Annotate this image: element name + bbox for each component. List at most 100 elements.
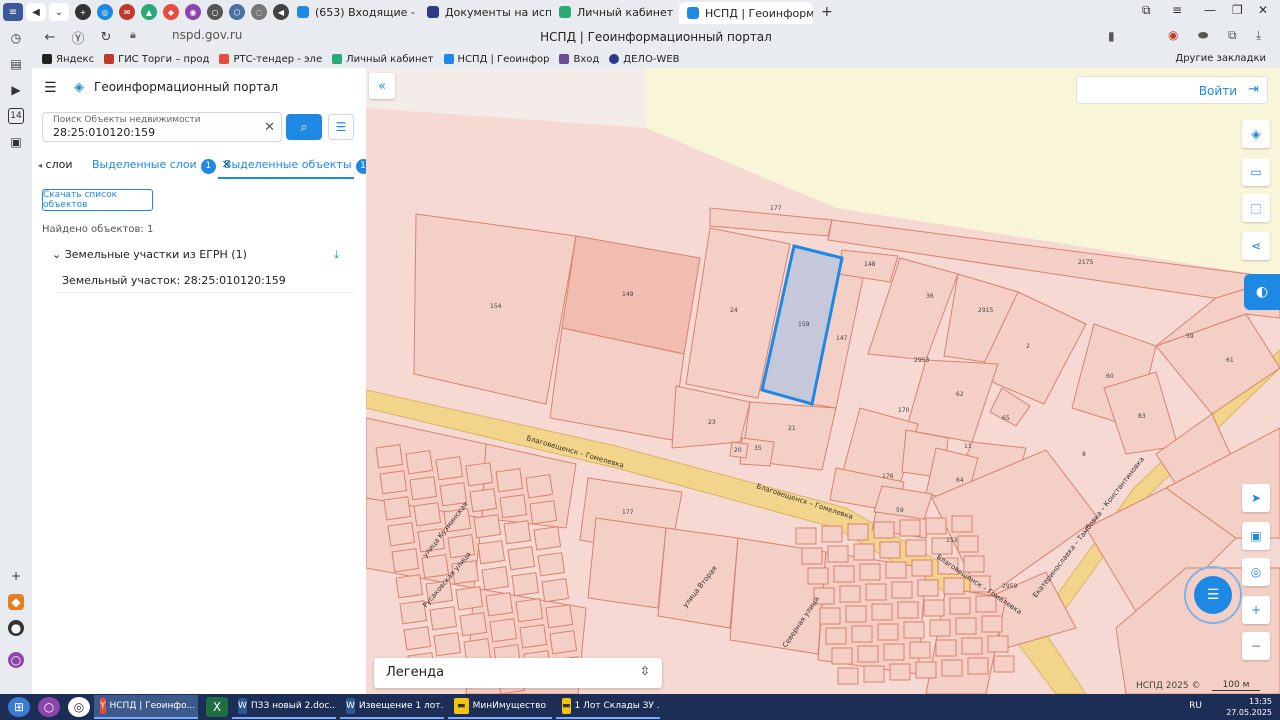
parcel xyxy=(885,561,907,579)
map-svg[interactable]: 154 149 24 159 147 148 177 36 2915 2 2175 59 61 2953 6… xyxy=(366,68,1280,694)
taskbar-item[interactable]: ▬ 1 Лот Склады ЗУ ... xyxy=(556,695,660,719)
geolocation-button[interactable]: ◎ xyxy=(1242,558,1270,586)
print-icon: ▣ xyxy=(1250,529,1262,543)
taskbar-item[interactable]: Y НСПД | Геоинфо... xyxy=(94,695,198,719)
back-icon[interactable]: ← xyxy=(40,30,60,45)
result-item[interactable]: Земельный участок: 28:25:010120:159 xyxy=(62,274,286,287)
filter-button[interactable]: ☰ xyxy=(328,114,354,140)
location-button[interactable]: ➤ xyxy=(1242,484,1270,512)
pinned-tab-icon[interactable]: ◉ xyxy=(185,4,201,20)
bookmark-item[interactable]: ДЕЛО-WEB xyxy=(609,54,680,65)
search-input[interactable]: Поиск Объекты недвижимости 28:25:010120:… xyxy=(42,112,282,142)
notes-icon[interactable]: ▤ xyxy=(8,56,24,72)
taskbar-item[interactable]: ▬ МинИмущество xyxy=(448,695,552,719)
new-tab-button[interactable]: + xyxy=(821,4,833,20)
bookmark-item[interactable]: ГИС Торги – прод xyxy=(104,54,209,65)
app-icon[interactable]: ◆ xyxy=(8,594,24,610)
clear-icon[interactable]: ✕ xyxy=(264,120,275,135)
parcel-number: 59 xyxy=(1186,333,1194,340)
search-button[interactable]: ⌕ xyxy=(286,114,322,140)
bookmark-icon[interactable]: ▮ xyxy=(1108,29,1115,43)
browser-menu-icon[interactable]: ≡ xyxy=(3,3,23,21)
taskbar-item[interactable]: W Извещение 1 лот... xyxy=(340,695,444,719)
app-icon[interactable]: ◎ xyxy=(68,697,90,717)
parcel xyxy=(405,450,434,475)
yandex-icon[interactable]: Ⓨ xyxy=(68,28,88,47)
chevron-down-icon[interactable]: ⌄ xyxy=(49,3,69,21)
browser-tab[interactable]: (653) Входящие - Почта М xyxy=(289,1,419,23)
layers-button[interactable]: ◈ xyxy=(1242,120,1270,148)
reload-icon[interactable]: ↻ xyxy=(96,30,116,45)
hamburger-icon[interactable]: ☰ xyxy=(44,80,57,96)
pinned-tab-icon[interactable]: ◌ xyxy=(251,4,267,20)
ruler-icon: ▭ xyxy=(1250,165,1262,179)
bookmark-item[interactable]: Яндекс xyxy=(42,54,94,65)
start-icon[interactable]: ⊞ xyxy=(8,697,30,717)
tab-selected-objects[interactable]: Выделенные объекты1✕ xyxy=(224,158,386,174)
pinned-tab-icon[interactable]: ⬡ xyxy=(229,4,245,20)
result-group[interactable]: ⌄ Земельные участки из ЕГРН (1) xyxy=(52,248,354,261)
calendar-icon[interactable]: 14 xyxy=(8,108,24,124)
alice-icon[interactable]: ○ xyxy=(38,697,60,717)
login-button[interactable]: Войти ⇥ xyxy=(1076,76,1268,104)
pinned-tab-icon[interactable]: ○ xyxy=(207,4,223,20)
download-list-button[interactable]: Скачать список объектов xyxy=(42,189,153,211)
tab-selected-layers[interactable]: Выделенные слои 1 ✕ xyxy=(92,158,231,174)
collapse-sidebar-button[interactable]: « xyxy=(369,73,395,99)
tab-layers[interactable]: ◂ слои xyxy=(38,158,72,171)
pinned-tab-icon[interactable]: + xyxy=(75,4,91,20)
pinned-tab-icon[interactable]: ◎ xyxy=(97,4,113,20)
print-button[interactable]: ▣ xyxy=(1242,522,1270,550)
parcel xyxy=(903,621,925,639)
bookmark-item[interactable]: НСПД | Геоинфор xyxy=(443,54,549,65)
bookmark-item[interactable]: Вход xyxy=(559,54,599,65)
bookmark-item[interactable]: Личный кабинет xyxy=(332,54,434,65)
download-icon[interactable]: ⤓ xyxy=(334,248,339,262)
other-bookmarks[interactable]: Другие закладки xyxy=(1175,53,1266,64)
share-button[interactable]: ⋖ xyxy=(1242,232,1270,260)
pinned-tab-icon[interactable]: ◀ xyxy=(273,4,289,20)
map-canvas[interactable]: 154 149 24 159 147 148 177 36 2915 2 2175 59 61 2953 6… xyxy=(366,68,1280,694)
url-field[interactable]: nspd.gov.ru xyxy=(172,28,242,42)
browser-tab-active[interactable]: НСПД | Геоинформаци✕ xyxy=(679,2,813,24)
widget-button[interactable]: ◐ xyxy=(1244,274,1280,310)
navigation-icon: ➤ xyxy=(1250,491,1262,505)
pinned-tab-icon[interactable]: ◆ xyxy=(163,4,179,20)
parcel xyxy=(795,527,817,545)
select-area-button[interactable]: ⬚ xyxy=(1242,194,1270,222)
chat-button[interactable]: ☰ xyxy=(1194,576,1232,614)
bookmark-item[interactable]: РТС-тендер - эле xyxy=(219,54,322,65)
taskbar-item[interactable]: W ПЗЗ новый 2.doc... xyxy=(232,695,336,719)
legend-panel[interactable]: Легенда ⇳ xyxy=(374,658,662,688)
language-indicator[interactable]: RU xyxy=(1189,701,1202,711)
add-icon[interactable]: + xyxy=(8,568,24,584)
pinned-tab-icon[interactable]: ✉ xyxy=(119,4,135,20)
pinned-tab-icon[interactable]: ▲ xyxy=(141,4,157,20)
clock[interactable]: 13:35 27.05.2025 xyxy=(1226,696,1272,718)
parcel xyxy=(473,514,502,539)
extension-icon[interactable]: ⬬ xyxy=(1198,28,1208,43)
browser-tab[interactable]: Личный кабинет xyxy=(551,1,679,23)
downloads-icon[interactable]: ⤓ xyxy=(1256,28,1261,43)
zoom-out-button[interactable]: − xyxy=(1242,632,1270,660)
zoom-in-button[interactable]: + xyxy=(1242,596,1270,624)
bookmarks-icon[interactable]: ⧉ xyxy=(1142,3,1151,18)
parcel xyxy=(495,468,524,493)
extension-icon[interactable]: ⧉ xyxy=(1228,28,1237,43)
search-value[interactable]: 28:25:010120:159 xyxy=(53,126,155,139)
maximize-icon[interactable]: ❐ xyxy=(1232,3,1243,17)
extension-icon[interactable]: ◉ xyxy=(1168,28,1178,42)
sound-icon[interactable]: ◀ xyxy=(26,3,46,21)
browser-tab-bar: ≡ ◀ ⌄ + ◎ ✉ ▲ ◆ ◉ ○ ⬡ ◌ ◀ (653) Входящие… xyxy=(0,0,1280,24)
close-window-icon[interactable]: ✕ xyxy=(1258,3,1268,17)
menu-icon[interactable]: ≡ xyxy=(1172,3,1182,17)
alice-icon[interactable]: ○ xyxy=(8,652,24,668)
collections-icon[interactable]: ▣ xyxy=(8,134,24,150)
excel-icon[interactable]: X xyxy=(206,697,228,717)
ruler-button[interactable]: ▭ xyxy=(1242,158,1270,186)
minimize-icon[interactable]: — xyxy=(1204,3,1216,17)
play-icon[interactable]: ▶ xyxy=(8,82,24,98)
browser-tab[interactable]: Документы на исполнени xyxy=(419,1,551,23)
history-icon[interactable]: ◷ xyxy=(8,30,24,46)
app-icon[interactable]: ● xyxy=(8,620,24,636)
